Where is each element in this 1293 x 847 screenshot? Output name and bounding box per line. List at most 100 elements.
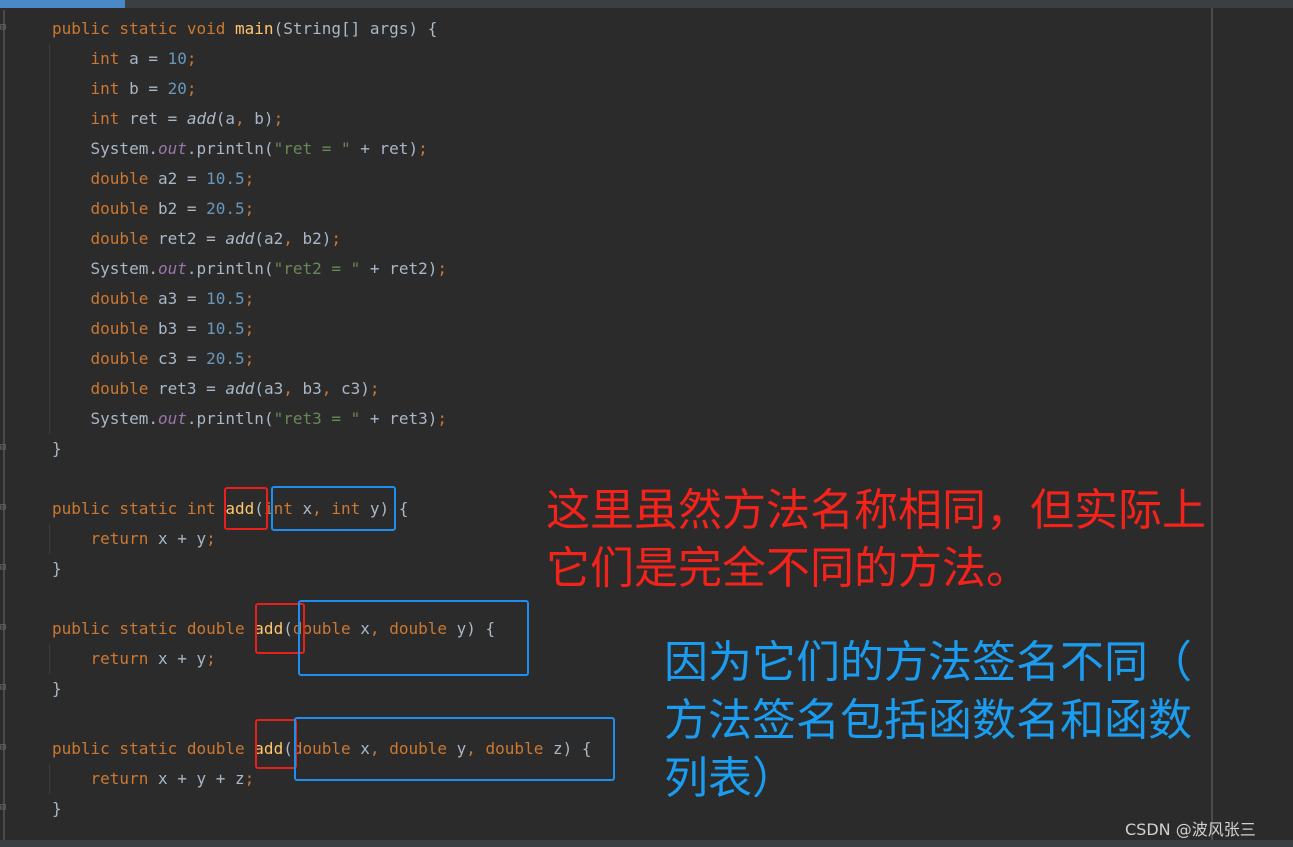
code-token: return (52, 769, 158, 788)
code-token: ; (437, 259, 447, 278)
code-token: ; (244, 769, 255, 788)
code-token: add (225, 229, 255, 248)
fold-open-icon[interactable]: ⊟ (0, 22, 10, 34)
fold-close-icon[interactable]: ⊟ (0, 802, 10, 814)
code-token: "ret2 = " (273, 259, 361, 278)
fold-open-icon[interactable]: ⊟ (0, 502, 10, 514)
code-token: c3) (341, 379, 370, 398)
code-token: a = (129, 49, 168, 68)
code-token: } (52, 439, 62, 458)
code-token: ; (244, 289, 255, 308)
code-token: double (52, 199, 158, 218)
code-token: .println( (186, 139, 274, 158)
code-token: ; (206, 529, 216, 548)
code-token: c3 = (157, 349, 207, 368)
code-line[interactable]: System.out.println("ret2 = " + ret2); (52, 254, 592, 284)
code-token: 10.5 (206, 319, 245, 338)
code-line[interactable]: System.out.println("ret = " + ret); (52, 134, 592, 164)
code-token: x + y + z (157, 769, 245, 788)
code-token: System. (52, 139, 158, 158)
code-token: public static double (52, 619, 255, 638)
code-token: + ret) (350, 139, 419, 158)
code-line[interactable]: int a = 10; (52, 44, 592, 74)
code-line[interactable]: } (52, 674, 592, 704)
code-token: double (52, 289, 158, 308)
code-token: double (52, 229, 158, 248)
code-line[interactable]: double ret3 = add(a3, b3, c3); (52, 374, 592, 404)
watermark: CSDN @波风张三 (1125, 820, 1256, 839)
indent-guide (49, 644, 50, 674)
fold-open-icon[interactable]: ⊟ (0, 742, 10, 754)
code-token: .println( (186, 259, 274, 278)
code-token: } (52, 559, 62, 578)
code-editor[interactable]: public static void main(String[] args) {… (52, 14, 592, 824)
code-token: x + y (157, 529, 207, 548)
code-token: ; (244, 319, 255, 338)
code-token: ; (186, 79, 197, 98)
param-list-highlight (294, 717, 615, 781)
code-token: System. (52, 409, 158, 428)
red-annotation-note: 这里虽然方法名称相同，但实际上 它们是完全不同的方法。 (546, 485, 1206, 594)
code-token: return (52, 529, 158, 548)
fold-close-icon[interactable]: ⊟ (0, 682, 10, 694)
code-token: public static int (52, 499, 226, 518)
code-line[interactable]: } (52, 794, 592, 824)
status-bar (0, 840, 1293, 847)
param-list-highlight (298, 600, 529, 676)
code-line[interactable]: int b = 20; (52, 74, 592, 104)
code-line[interactable]: double c3 = 20.5; (52, 344, 592, 374)
code-line[interactable]: double ret2 = add(a2, b2); (52, 224, 592, 254)
blue-annotation-note: 因为它们的方法签名不同（ 方法签名包括函数名和函数 列表） (664, 637, 1192, 804)
indent-guide (49, 764, 50, 794)
method-name-highlight (255, 719, 297, 769)
code-token: out (157, 139, 187, 158)
code-token: .println( (186, 409, 274, 428)
code-token: ; (437, 409, 447, 428)
code-line[interactable]: System.out.println("ret3 = " + ret3); (52, 404, 592, 434)
fold-open-icon[interactable]: ⊟ (0, 622, 10, 634)
code-token: a2 = (157, 169, 207, 188)
code-token: ; (273, 109, 284, 128)
code-token: + ret2) (360, 259, 438, 278)
code-token: , (283, 379, 303, 398)
code-token: a3 = (157, 289, 207, 308)
indent-guide (49, 44, 50, 434)
code-token: (a2 (254, 229, 284, 248)
code-token: double (52, 319, 158, 338)
fold-close-icon[interactable]: ⊟ (0, 562, 10, 574)
code-line[interactable]: double a2 = 10.5; (52, 164, 592, 194)
code-token: ; (244, 199, 255, 218)
code-token: x + y (157, 649, 207, 668)
indent-guide (49, 524, 50, 554)
code-token: 10.5 (206, 169, 245, 188)
code-token: double (52, 349, 158, 368)
code-token: , (235, 109, 255, 128)
code-line[interactable]: public static void main(String[] args) { (52, 14, 592, 44)
param-list-highlight (271, 486, 396, 531)
code-line[interactable]: } (52, 554, 592, 584)
code-token: public static double (52, 739, 255, 758)
code-token: int (52, 79, 130, 98)
code-token: return (52, 649, 158, 668)
code-line[interactable]: int ret = add(a, b); (52, 104, 592, 134)
code-token: ret3 = (157, 379, 226, 398)
code-token: ; (369, 379, 380, 398)
code-token: ; (331, 229, 342, 248)
code-token: "ret3 = " (273, 409, 361, 428)
code-token: int (52, 49, 130, 68)
code-line[interactable]: double b3 = 10.5; (52, 314, 592, 344)
code-token: ; (418, 139, 428, 158)
fold-close-icon[interactable]: ⊟ (0, 442, 10, 454)
code-line[interactable]: double b2 = 20.5; (52, 194, 592, 224)
gutter (3, 10, 5, 840)
code-token: b3 (302, 379, 322, 398)
code-token: } (52, 679, 62, 698)
code-token: } (52, 799, 62, 818)
code-token: + ret3) (360, 409, 438, 428)
active-tab-indicator[interactable] (0, 0, 125, 8)
code-token: ; (206, 649, 216, 668)
code-line[interactable]: } (52, 434, 592, 464)
code-line[interactable]: double a3 = 10.5; (52, 284, 592, 314)
code-token: b2 = (157, 199, 207, 218)
code-token: b = (129, 79, 168, 98)
